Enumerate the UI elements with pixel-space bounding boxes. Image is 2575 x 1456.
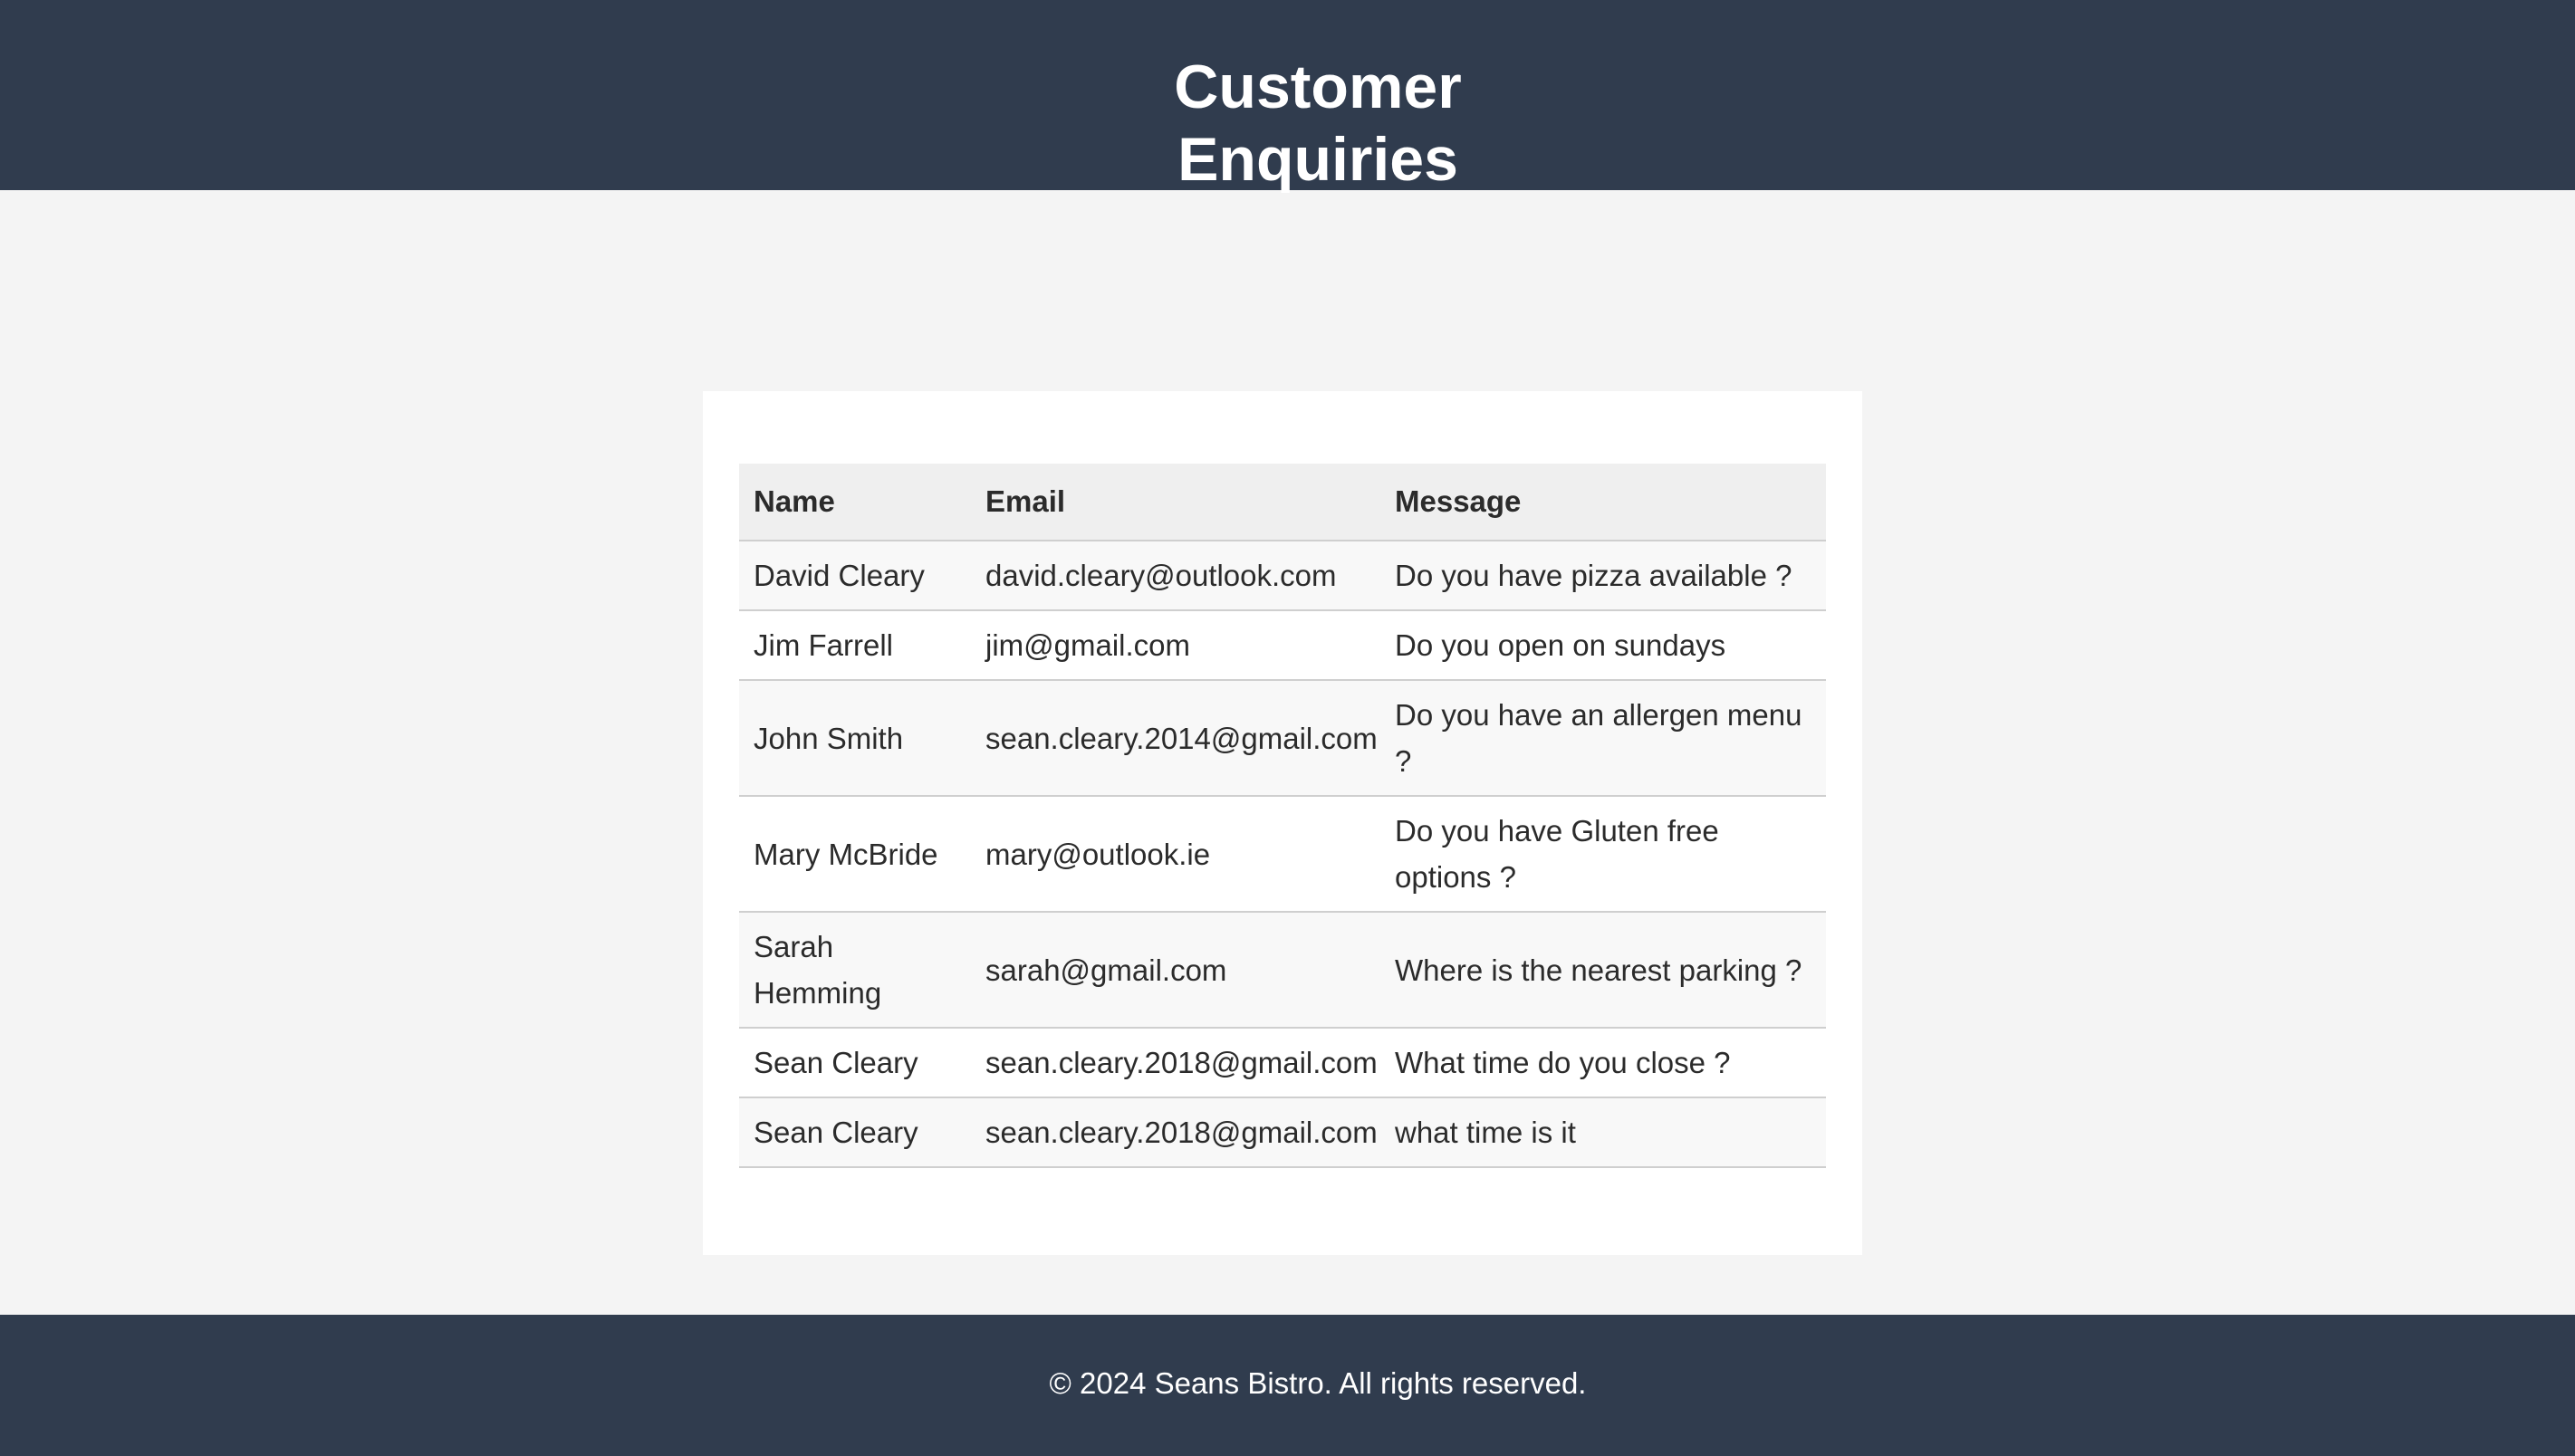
cell-email: david.cleary@outlook.com	[971, 541, 1380, 611]
cell-message: Do you have Gluten free options ?	[1380, 796, 1826, 913]
cell-name: Mary McBride	[739, 796, 971, 913]
cell-name: John Smith	[739, 680, 971, 797]
table-header: Name Email Message	[739, 464, 1826, 541]
column-header-email: Email	[971, 464, 1380, 541]
cell-message: what time is it	[1380, 1097, 1826, 1168]
cell-name: David Cleary	[739, 541, 971, 611]
cell-email: sean.cleary.2018@gmail.com	[971, 1028, 1380, 1098]
table-row: Jim Farrell jim@gmail.com Do you open on…	[739, 610, 1826, 681]
page-title: Customer Enquiries	[1174, 53, 1462, 194]
table-row: Sarah Hemming sarah@gmail.com Where is t…	[739, 912, 1826, 1029]
footer-copyright: © 2024 Seans Bistro. All rights reserved…	[1049, 1366, 1587, 1400]
table-row: Mary McBride mary@outlook.ie Do you have…	[739, 796, 1826, 913]
cell-message: Do you open on sundays	[1380, 610, 1826, 681]
cell-email: sean.cleary.2014@gmail.com	[971, 680, 1380, 797]
cell-name: Sean Cleary	[739, 1028, 971, 1098]
cell-email: mary@outlook.ie	[971, 796, 1380, 913]
table-row: David Cleary david.cleary@outlook.com Do…	[739, 541, 1826, 611]
cell-name: Sean Cleary	[739, 1097, 971, 1168]
page-footer: © 2024 Seans Bistro. All rights reserved…	[0, 1315, 2575, 1456]
column-header-name: Name	[739, 464, 971, 541]
enquiries-table: Name Email Message David Cleary david.cl…	[739, 464, 1826, 1168]
table-body: David Cleary david.cleary@outlook.com Do…	[739, 541, 1826, 1168]
column-header-message: Message	[1380, 464, 1826, 541]
cell-name: Sarah Hemming	[739, 912, 971, 1029]
cell-message: Where is the nearest parking ?	[1380, 912, 1826, 1029]
table-row: Sean Cleary sean.cleary.2018@gmail.com W…	[739, 1028, 1826, 1098]
enquiries-card: Name Email Message David Cleary david.cl…	[703, 391, 1862, 1255]
cell-email: jim@gmail.com	[971, 610, 1380, 681]
table-row: John Smith sean.cleary.2014@gmail.com Do…	[739, 680, 1826, 797]
cell-name: Jim Farrell	[739, 610, 971, 681]
cell-email: sarah@gmail.com	[971, 912, 1380, 1029]
table-row: Sean Cleary sean.cleary.2018@gmail.com w…	[739, 1097, 1826, 1168]
table-header-row: Name Email Message	[739, 464, 1826, 541]
cell-message: What time do you close ?	[1380, 1028, 1826, 1098]
cell-message: Do you have pizza available ?	[1380, 541, 1826, 611]
page-header: Customer Enquiries	[0, 0, 2575, 194]
cell-email: sean.cleary.2018@gmail.com	[971, 1097, 1380, 1168]
cell-message: Do you have an allergen menu ?	[1380, 680, 1826, 797]
